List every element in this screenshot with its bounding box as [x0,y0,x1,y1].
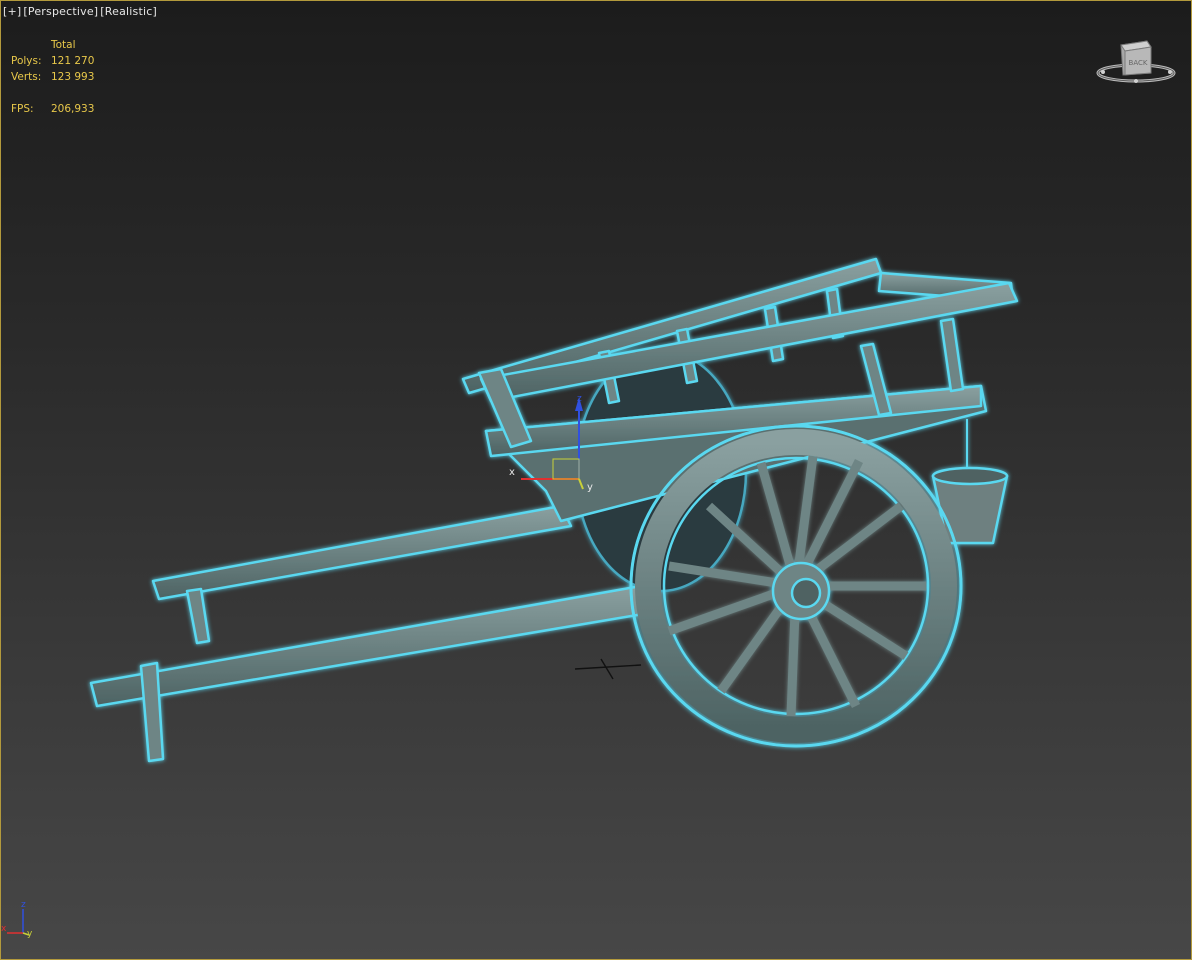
right-shaft[interactable] [89,584,651,708]
scene-3d-cart[interactable]: z x y z x y [1,1,1192,960]
tripod-z-label: z [21,900,26,910]
world-origin-marker [574,658,642,680]
tripod-y-label: y [27,929,33,939]
axis-tripod-icon: z x y [1,900,33,939]
left-shaft-leg[interactable] [185,587,211,645]
hanging-bucket[interactable] [931,419,1009,545]
viewport-perspective[interactable]: [+] [Perspective] [Realistic] Total Polys:… [0,0,1192,960]
gizmo-z-label: z [577,394,582,404]
gizmo-x-label: x [509,467,515,478]
left-shaft[interactable] [151,504,573,601]
gizmo-y-label: y [587,482,593,493]
wooden-cart-model[interactable] [89,257,1019,763]
tripod-x-label: x [1,924,7,934]
